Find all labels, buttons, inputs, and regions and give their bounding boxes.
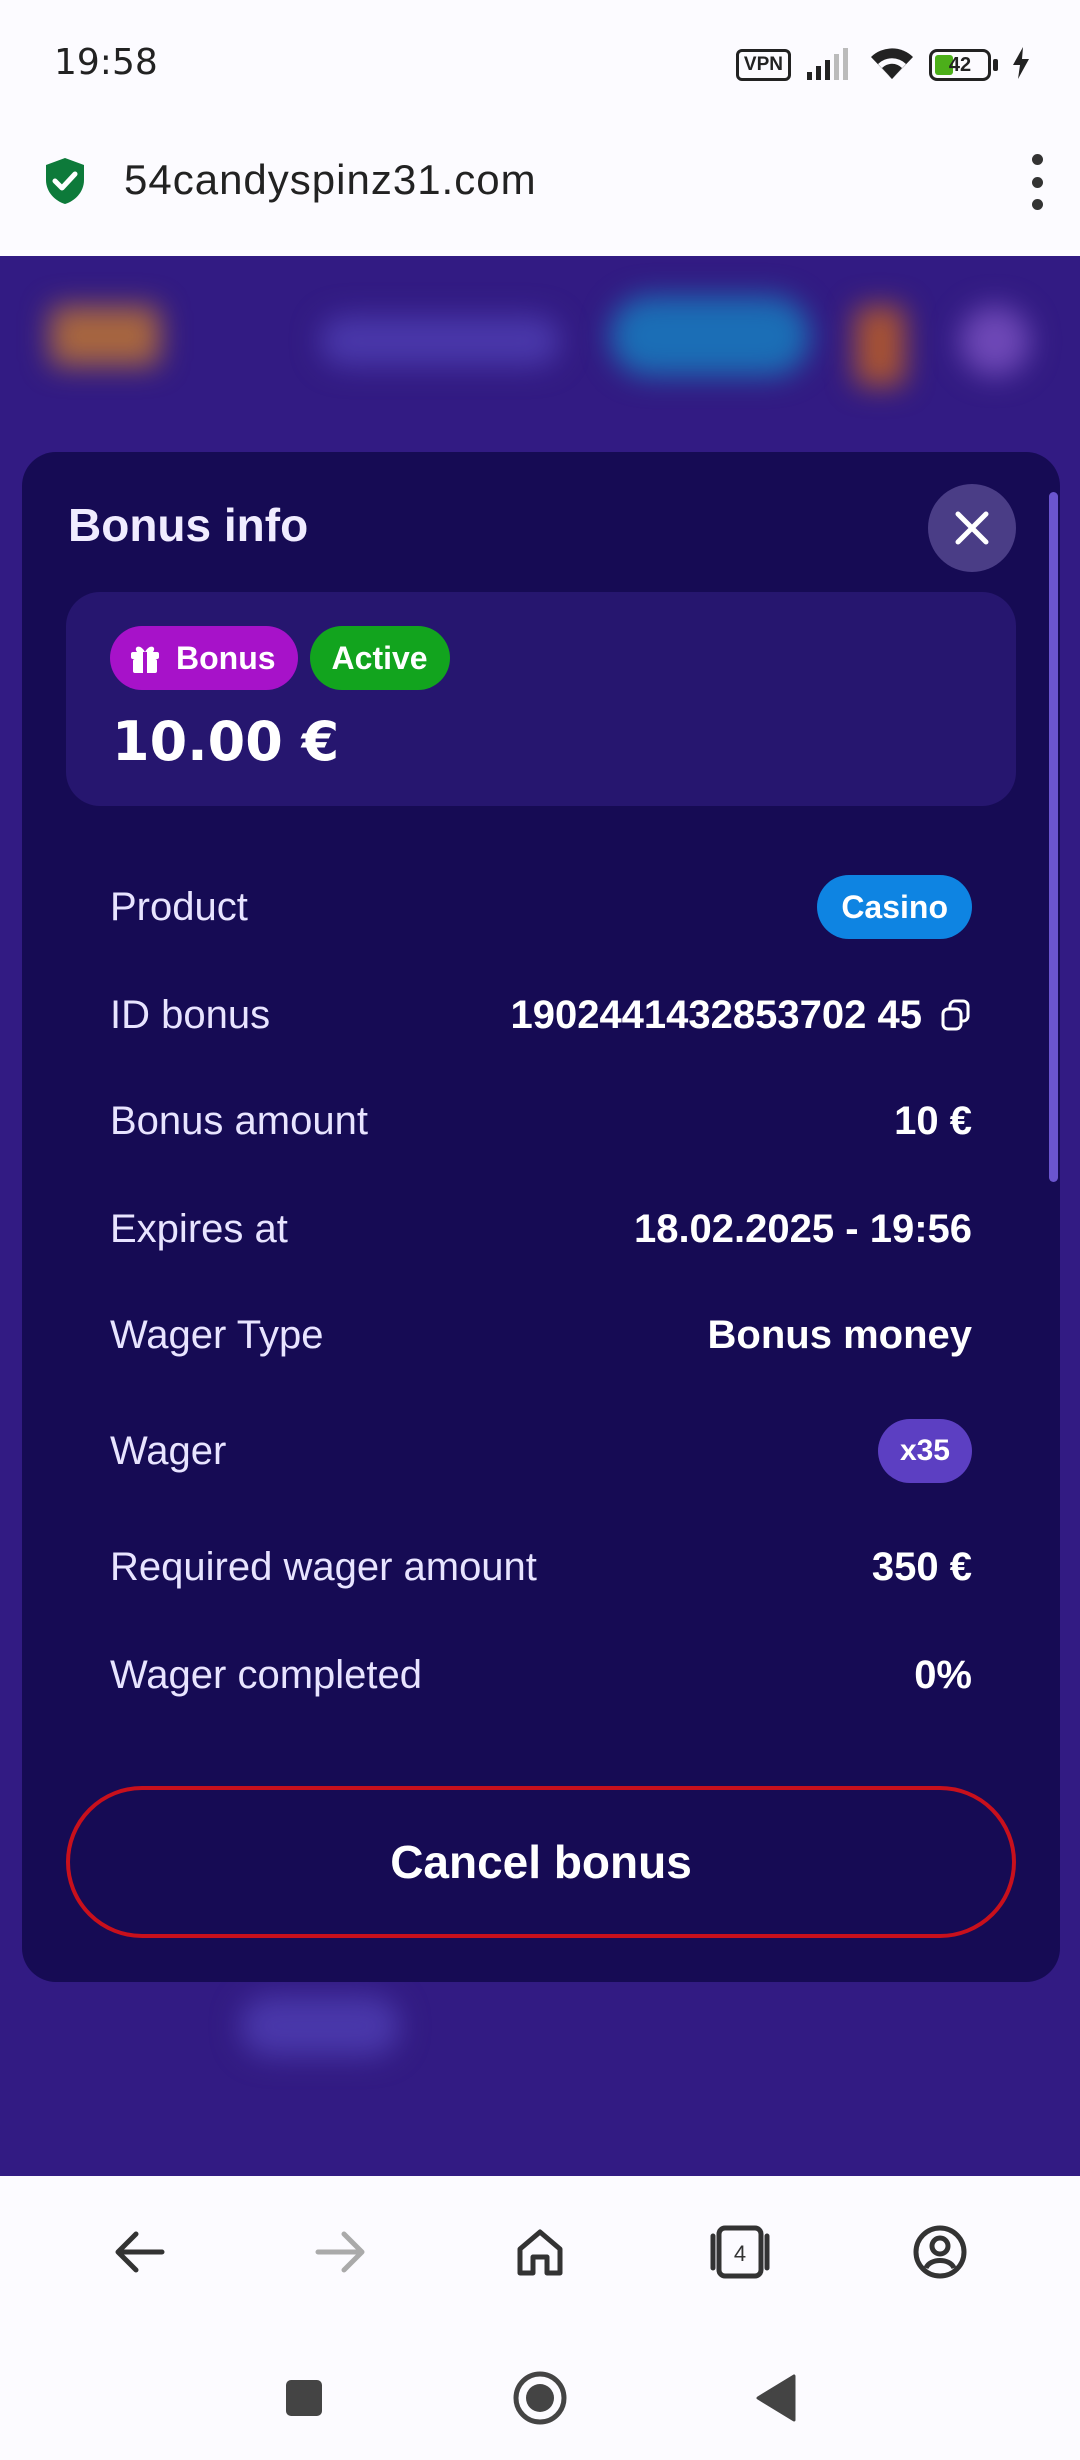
secure-shield-icon[interactable]: [44, 156, 86, 211]
home-system-button[interactable]: [500, 2358, 580, 2438]
row-label: ID bonus: [110, 992, 271, 1037]
row-label: Expires at: [110, 1206, 288, 1251]
bonus-summary-card: Bonus Active 10.00 €: [66, 592, 1016, 806]
row-label: Wager completed: [110, 1652, 422, 1697]
detail-row-id: ID bonus 1902441432853702 45: [110, 980, 972, 1050]
web-content: Bonus info Bonus Active 10.00 € Product …: [0, 256, 1080, 2176]
detail-row-product: Product Casino: [110, 872, 972, 942]
tab-count: 4: [734, 2241, 746, 2266]
back-button[interactable]: [90, 2202, 190, 2302]
status-badge: Active: [309, 626, 450, 690]
battery-level: 42: [948, 53, 972, 76]
battery-cap: [993, 59, 998, 71]
vpn-icon: VPN: [735, 49, 791, 81]
bonus-id-value: 1902441432853702 45: [510, 992, 922, 1037]
row-label: Wager Type: [110, 1312, 324, 1357]
bonus-info-modal: Bonus info Bonus Active 10.00 € Product …: [22, 452, 1060, 1982]
more-menu-icon[interactable]: [1022, 154, 1052, 210]
detail-row-wager: Wager x35: [110, 1416, 972, 1486]
wifi-icon: [869, 45, 915, 86]
battery-icon: 42: [929, 49, 991, 81]
bonus-amount: 10.00 €: [112, 710, 340, 773]
signal-icon: [805, 46, 855, 85]
row-label: Wager: [110, 1428, 227, 1473]
wager-chip: x35: [877, 1419, 972, 1483]
status-bar: 19:58 VPN 42: [0, 0, 1080, 126]
triangle-back-icon: [756, 2374, 796, 2422]
arrow-right-icon: [315, 2231, 365, 2273]
recents-button[interactable]: [264, 2358, 344, 2438]
square-icon: [286, 2380, 322, 2416]
browser-address-bar: 54candyspinz31.com: [0, 126, 1080, 256]
circle-icon: [513, 2371, 567, 2425]
tabs-button[interactable]: 4: [690, 2202, 790, 2302]
detail-row-completed: Wager completed 0%: [110, 1640, 972, 1710]
copy-icon[interactable]: [940, 998, 972, 1032]
row-value: 0%: [914, 1652, 972, 1697]
system-navigation-bar: [0, 2328, 1080, 2460]
row-label: Bonus amount: [110, 1098, 368, 1143]
row-value: 10 €: [894, 1098, 972, 1143]
row-value: 350 €: [871, 1544, 972, 1589]
product-chip: Casino: [817, 875, 972, 939]
close-button[interactable]: [928, 484, 1016, 572]
arrow-left-icon: [115, 2231, 165, 2273]
tabs-icon: 4: [710, 2225, 770, 2279]
home-button[interactable]: [490, 2202, 590, 2302]
status-icons: VPN 42: [735, 40, 1030, 90]
home-icon: [517, 2229, 563, 2276]
forward-button[interactable]: [290, 2202, 390, 2302]
row-value: Bonus money: [707, 1312, 972, 1357]
cancel-bonus-button[interactable]: Cancel bonus: [66, 1786, 1016, 1938]
charging-icon: [1012, 46, 1030, 84]
row-value: 18.02.2025 - 19:56: [633, 1206, 972, 1251]
account-button[interactable]: [890, 2202, 990, 2302]
row-value: 1902441432853702 45: [510, 993, 972, 1038]
back-system-button[interactable]: [736, 2358, 816, 2438]
bonus-type-label: Bonus: [176, 639, 276, 676]
scrollbar[interactable]: [1049, 492, 1058, 1182]
url-text[interactable]: 54candyspinz31.com: [124, 156, 537, 204]
detail-row-bonus-amount: Bonus amount 10 €: [110, 1086, 972, 1156]
modal-title: Bonus info: [68, 499, 309, 551]
detail-row-wager-type: Wager Type Bonus money: [110, 1300, 972, 1370]
account-icon: [913, 2225, 967, 2279]
browser-toolbar: 4: [0, 2176, 1080, 2328]
row-label: Product: [110, 884, 248, 929]
close-icon: [955, 511, 989, 545]
bonus-type-badge: Bonus: [110, 626, 298, 690]
gift-icon: [128, 641, 162, 675]
detail-row-expires: Expires at 18.02.2025 - 19:56: [110, 1194, 972, 1264]
status-time: 19:58: [54, 42, 158, 83]
detail-row-required: Required wager amount 350 €: [110, 1532, 972, 1602]
row-label: Required wager amount: [110, 1544, 537, 1589]
